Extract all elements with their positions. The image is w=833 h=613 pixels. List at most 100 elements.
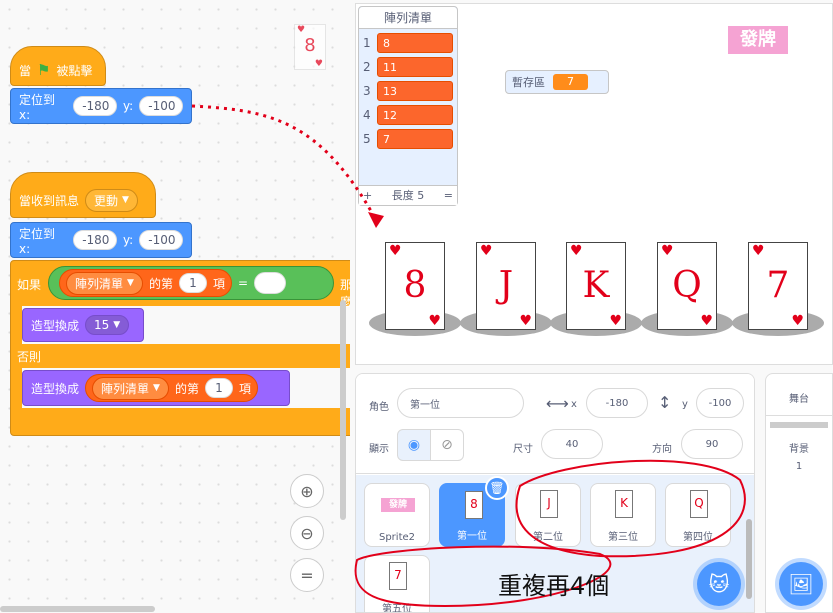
list-dropdown-2[interactable]: 陣列清單 ▼ (92, 376, 169, 400)
y-input[interactable]: -100 (139, 96, 183, 116)
sprite-thumb[interactable]: K 第三位 (590, 483, 656, 547)
zoom-out-icon: ⊖ (300, 523, 314, 543)
sprite-thumb-name: 第四位 (683, 532, 713, 543)
x-input[interactable]: -180 (73, 96, 117, 116)
code-scrollbar-horizontal[interactable] (0, 606, 155, 612)
sprite-thumb-image: K (615, 490, 633, 518)
sprite-preview-card: ♥ 8 ♥ (294, 24, 326, 70)
x-input-2[interactable]: -180 (73, 230, 117, 250)
add-backdrop-button[interactable]: 🖼 (779, 562, 823, 606)
card-rank: K (582, 265, 610, 306)
sprite-thumb-name: 第二位 (533, 532, 563, 543)
card-sprite[interactable]: ♥ 7 ♥ (732, 240, 824, 336)
list-rows: 1 8 2 11 3 13 4 12 5 7 (359, 29, 457, 151)
sprite-thumb[interactable]: J 第二位 (515, 483, 581, 547)
x-position-input[interactable]: -180 (586, 388, 648, 418)
sprite-thumb[interactable]: 7 第五位 (364, 555, 430, 612)
card-sprite[interactable]: ♥ Q ♥ (641, 240, 733, 336)
heart-icon: ♥ (791, 313, 804, 329)
when-flag-clicked-block[interactable]: 當 ⚑ 被點擊 (10, 46, 106, 86)
item-of-list-reporter-2[interactable]: 陣列清單 ▼ 的第 1 項 (85, 374, 258, 402)
sprite-list-scrollbar[interactable] (746, 519, 752, 599)
message-dropdown[interactable]: 更動 ▼ (85, 188, 138, 212)
playing-card: ♥ 8 ♥ (385, 242, 445, 330)
card-rank: 8 (403, 265, 427, 306)
code-scrollbar-vertical[interactable] (340, 300, 346, 520)
green-flag-icon: ⚑ (37, 61, 51, 79)
list-monitor-title: 陣列清單 (359, 7, 457, 29)
y-position-input[interactable]: -100 (696, 388, 744, 418)
sprite-name-input[interactable]: 第一位 (397, 388, 524, 418)
show-visible-button[interactable]: ◉ (397, 429, 431, 461)
list-resize-handle[interactable]: = (444, 186, 453, 205)
list-index: 1 (363, 36, 371, 50)
switch-costume-block[interactable]: 造型換成 15 ▼ (22, 308, 144, 342)
item-of-list-reporter[interactable]: 陣列清單 ▼ 的第 1 項 (59, 269, 232, 297)
list-name-2: 陣列清單 (101, 381, 150, 396)
index-input[interactable]: 1 (178, 273, 207, 293)
size-label: 尺寸 (513, 444, 533, 455)
heart-icon: ♥ (428, 313, 441, 329)
list-value[interactable]: 12 (377, 105, 453, 125)
card-sprite[interactable]: ♥ K ♥ (550, 240, 642, 336)
preview-heart-icon: ♥ (297, 25, 306, 35)
sprite-thumb-name: Sprite2 (378, 532, 416, 543)
stage-thumb[interactable] (770, 422, 828, 428)
dropdown-caret-icon: ▼ (127, 278, 134, 288)
size-input[interactable]: 40 (541, 429, 603, 459)
list-dropdown[interactable]: 陣列清單 ▼ (66, 271, 143, 295)
x-arrows-icon: ⟷ (546, 394, 569, 413)
heart-icon: ♥ (661, 243, 674, 259)
variable-value: 7 (553, 74, 588, 90)
switch-costume-block-2[interactable]: 造型換成 陣列清單 ▼ 的第 1 項 (22, 370, 290, 406)
list-value[interactable]: 11 (377, 57, 453, 77)
card-sprite[interactable]: ♥ 8 ♥ (369, 240, 461, 336)
when-receive-block[interactable]: 當收到訊息 更動 ▼ (10, 172, 156, 218)
list-monitor[interactable]: 陣列清單 1 8 2 11 3 13 4 12 5 7 + 長度 5 = (358, 6, 458, 206)
y-input-2[interactable]: -100 (139, 230, 183, 250)
y-label: y (682, 399, 688, 410)
sprite-name-value: 第一位 (410, 399, 440, 411)
variable-monitor[interactable]: 暫存區 7 (505, 70, 609, 94)
list-add-button[interactable]: + (363, 186, 372, 205)
hide-button[interactable]: ⊘ (430, 429, 464, 461)
list-index: 4 (363, 108, 371, 122)
sprite-info-panel: 角色 第一位 ⟷ x -180 ↕ y -100 顯示 ◉ ⊘ 尺寸 40 方向… (356, 374, 754, 474)
delete-sprite-button[interactable]: 🗑 (485, 476, 509, 500)
index-input-2[interactable]: 1 (204, 378, 233, 398)
zoom-reset-button[interactable]: = (290, 558, 324, 592)
dropdown-caret-icon: ▼ (153, 383, 160, 393)
list-value[interactable]: 7 (377, 129, 453, 149)
costume-dropdown[interactable]: 15 ▼ (85, 315, 130, 335)
heart-icon: ♥ (519, 313, 532, 329)
list-item: 1 8 (359, 31, 457, 55)
eye-icon: ◉ (407, 437, 421, 453)
card-sprite[interactable]: ♥ J ♥ (460, 240, 552, 336)
list-value[interactable]: 8 (377, 33, 453, 53)
list-value[interactable]: 13 (377, 81, 453, 101)
code-area[interactable]: 當 ⚑ 被點擊 定位到 x: -180 y: -100 當收到訊息 更動 ▼ 定… (0, 0, 350, 613)
direction-input[interactable]: 90 (681, 429, 743, 459)
annotation-text: 重複再4個 (498, 572, 610, 600)
list-index: 3 (363, 84, 371, 98)
zoom-out-button[interactable]: ⊖ (290, 516, 324, 550)
goto-xy-block-2[interactable]: 定位到 x: -180 y: -100 (10, 222, 192, 258)
add-sprite-button[interactable]: 🐱 (697, 562, 741, 606)
sprite-thumb[interactable]: 發牌 Sprite2 (364, 483, 430, 547)
zoom-in-button[interactable]: ⊕ (290, 474, 324, 508)
goto-xy-block[interactable]: 定位到 x: -180 y: -100 (10, 88, 192, 124)
when-label: 當 (19, 63, 32, 78)
show-label: 顯示 (369, 444, 389, 455)
equals-operator[interactable]: 陣列清單 ▼ 的第 1 項 = (48, 266, 334, 300)
stage[interactable]: 陣列清單 1 8 2 11 3 13 4 12 5 7 + 長度 5 = 暫存區… (355, 3, 833, 365)
card-rank: 7 (766, 265, 790, 306)
cat-plus-icon: 🐱 (708, 572, 730, 596)
eye-off-icon: ⊘ (441, 437, 453, 453)
preview-heart-icon-2: ♥ (314, 59, 323, 69)
compare-input[interactable] (254, 272, 287, 294)
switch-costume-label-2: 造型換成 (31, 381, 80, 396)
equals-label: = (237, 276, 249, 290)
heart-icon: ♥ (480, 243, 493, 259)
deal-button-sprite[interactable]: 發牌 (728, 26, 788, 54)
sprite-thumb[interactable]: Q 第四位 (665, 483, 731, 547)
